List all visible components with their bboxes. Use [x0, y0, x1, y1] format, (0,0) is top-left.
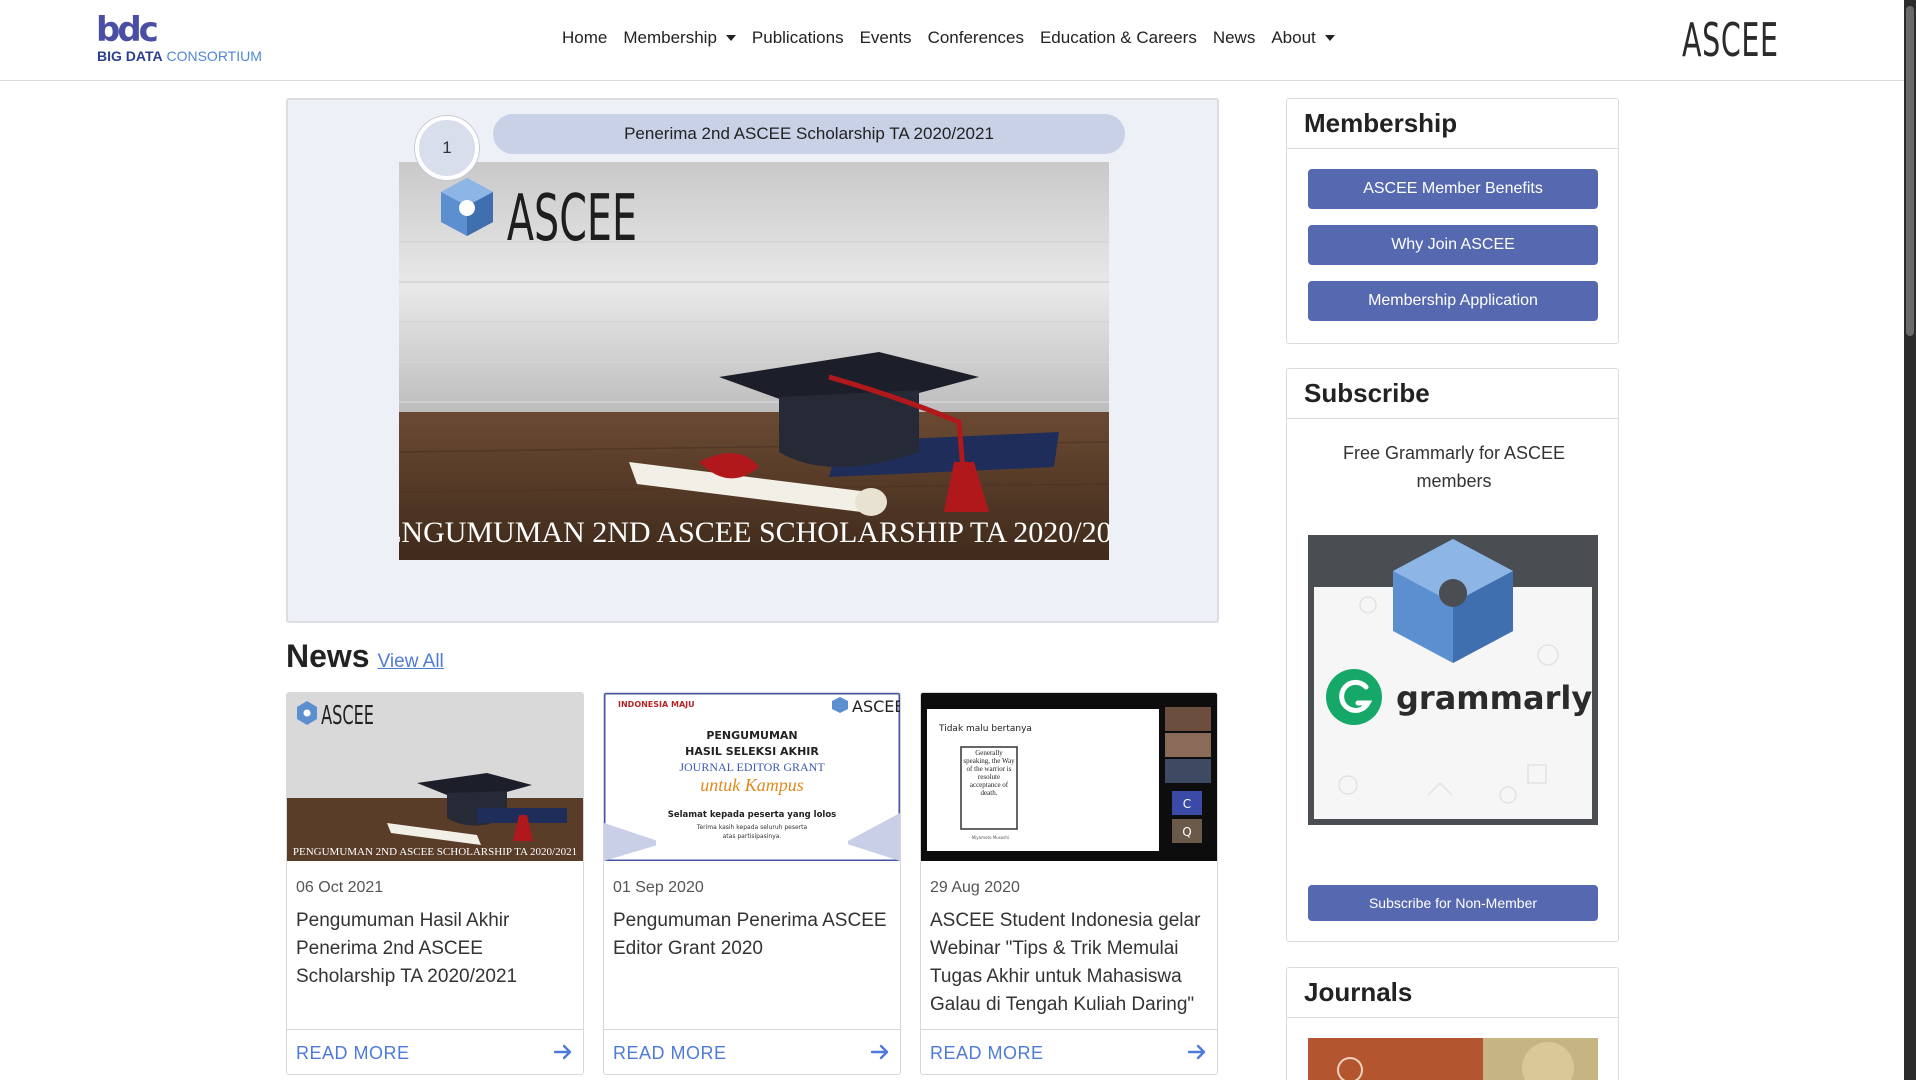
nav-home[interactable]: Home — [562, 28, 607, 48]
thumb-banner-text: PENGUMUMAN 2ND ASCEE SCHOLARSHIP TA 2020… — [293, 846, 577, 858]
thumb-c-text: C — [1183, 797, 1191, 811]
slide-index-badge[interactable]: 1 — [415, 116, 479, 180]
main-nav: Home Membership Publications Events Conf… — [562, 28, 1351, 48]
thumb-quote-text: Generally speaking, the Way of the warri… — [963, 749, 1015, 797]
member-benefits-button[interactable]: ASCEE Member Benefits — [1308, 169, 1598, 209]
bdc-logo-mark: bdc — [96, 10, 159, 50]
thumb-text-3: JOURNAL EDITOR GRANT — [679, 760, 825, 774]
news-thumbnail[interactable]: ASCEE PENGUMUMAN 2ND ASCEE SCHOLARSHIP T… — [287, 693, 583, 861]
thumb-heading-text: Tidak malu bertanya — [938, 724, 1032, 734]
nav-education-careers[interactable]: Education & Careers — [1040, 28, 1197, 48]
news-card[interactable]: INDONESIA MAJU ASCEE PENGUMUMAN HASIL SE… — [603, 692, 901, 1075]
site-header: bdc BIG DATA CONSORTIUM Home Membership … — [0, 0, 1904, 81]
membership-widget-title: Membership — [1287, 99, 1618, 149]
nav-conferences[interactable]: Conferences — [928, 28, 1024, 48]
nav-events[interactable]: Events — [860, 28, 912, 48]
thumb-q-text: Q — [1182, 825, 1191, 839]
thumb-author-text: - Miyamoto Musashi — [969, 835, 1009, 840]
journals-widget: Journals — [1286, 967, 1619, 1080]
membership-widget: Membership ASCEE Member Benefits Why Joi… — [1286, 98, 1619, 344]
membership-application-button[interactable]: Membership Application — [1308, 281, 1598, 321]
news-date: 01 Sep 2020 — [613, 879, 704, 896]
news-title[interactable]: ASCEE Student Indonesia gelar Webinar "T… — [930, 907, 1212, 1019]
thumb-logo-text: ASCEE — [321, 701, 374, 731]
view-all-link[interactable]: View All — [378, 651, 444, 673]
banner-title-text: PENGUMUMAN 2ND ASCEE SCHOLARSHIP TA 2020… — [399, 516, 1109, 549]
news-thumbnail[interactable]: INDONESIA MAJU ASCEE PENGUMUMAN HASIL SE… — [604, 693, 900, 861]
read-more-link[interactable]: READ MORE — [296, 1043, 410, 1064]
scholarship-banner-image[interactable]: ASCEE PENGUMUMAN 2ND ASCEE SCHOLARSHIP T… — [399, 162, 1109, 560]
slide-caption[interactable]: Penerima 2nd ASCEE Scholarship TA 2020/2… — [493, 114, 1125, 154]
read-more-link[interactable]: READ MORE — [930, 1043, 1044, 1064]
journal-cover-image[interactable] — [1308, 1038, 1598, 1080]
subscribe-non-member-button[interactable]: Subscribe for Non-Member — [1308, 885, 1598, 921]
thumb-text-5: Selamat kepada peserta yang lolos — [668, 810, 837, 820]
news-card-footer: READ MORE — [287, 1029, 583, 1074]
subscribe-description: Free Grammarly for ASCEE members — [1342, 443, 1566, 491]
bdc-logo-text: BIG DATA CONSORTIUM — [97, 48, 262, 64]
news-thumbnail[interactable]: Tidak malu bertanya Generally speaking, … — [921, 693, 1217, 861]
page-scrollbar[interactable] — [1904, 0, 1916, 1080]
nav-news[interactable]: News — [1213, 28, 1256, 48]
nav-membership[interactable]: Membership — [623, 28, 736, 48]
news-card-footer: READ MORE — [604, 1029, 900, 1074]
why-join-button[interactable]: Why Join ASCEE — [1308, 225, 1598, 265]
featured-carousel[interactable]: 1 Penerima 2nd ASCEE Scholarship TA 2020… — [286, 98, 1219, 623]
nav-about[interactable]: About — [1271, 28, 1335, 48]
thumb-text-4: untuk Kampus — [700, 775, 804, 795]
subscribe-widget-title: Subscribe — [1287, 369, 1618, 419]
thumb-logo-text: ASCEE — [852, 697, 900, 716]
nav-publications[interactable]: Publications — [752, 28, 844, 48]
news-date: 29 Aug 2020 — [930, 879, 1020, 896]
news-card[interactable]: ASCEE PENGUMUMAN 2ND ASCEE SCHOLARSHIP T… — [286, 692, 584, 1075]
arrow-right-icon[interactable] — [1187, 1042, 1207, 1062]
grammarly-promo-image[interactable]: grammarly — [1308, 535, 1598, 825]
chevron-down-icon — [725, 35, 736, 41]
thumb-text-2: HASIL SELEKSI AKHIR — [685, 745, 819, 758]
news-card[interactable]: Tidak malu bertanya Generally speaking, … — [920, 692, 1218, 1075]
ascee-logo-text: ASCEE — [1682, 13, 1779, 67]
grammarly-wordmark: grammarly — [1396, 679, 1592, 717]
subscribe-widget: Subscribe Free Grammarly for ASCEE membe… — [1286, 368, 1619, 942]
banner-logo-text: ASCEE — [507, 181, 637, 256]
big-data-consortium-logo[interactable]: bdc BIG DATA CONSORTIUM — [96, 12, 276, 68]
scrollbar-thumb[interactable] — [1906, 6, 1914, 336]
journals-widget-title: Journals — [1287, 968, 1618, 1018]
news-heading: News — [286, 638, 370, 674]
thumb-text-1: PENGUMUMAN — [706, 729, 797, 742]
arrow-right-icon[interactable] — [870, 1042, 890, 1062]
ascee-logo[interactable]: ASCEE — [1676, 14, 1812, 66]
thumb-text-7: atas partisipasinya. — [723, 833, 782, 840]
news-section-header: News View All — [286, 638, 444, 675]
chevron-down-icon — [1324, 35, 1335, 41]
news-date: 06 Oct 2021 — [296, 879, 384, 896]
thumb-top-text: INDONESIA MAJU — [618, 700, 695, 709]
read-more-link[interactable]: READ MORE — [613, 1043, 727, 1064]
arrow-right-icon[interactable] — [553, 1042, 573, 1062]
news-card-footer: READ MORE — [921, 1029, 1217, 1074]
news-title[interactable]: Pengumuman Hasil Akhir Penerima 2nd ASCE… — [296, 907, 578, 991]
thumb-text-6: Terima kasih kepada seluruh peserta — [696, 824, 808, 831]
news-title[interactable]: Pengumuman Penerima ASCEE Editor Grant 2… — [613, 907, 895, 963]
